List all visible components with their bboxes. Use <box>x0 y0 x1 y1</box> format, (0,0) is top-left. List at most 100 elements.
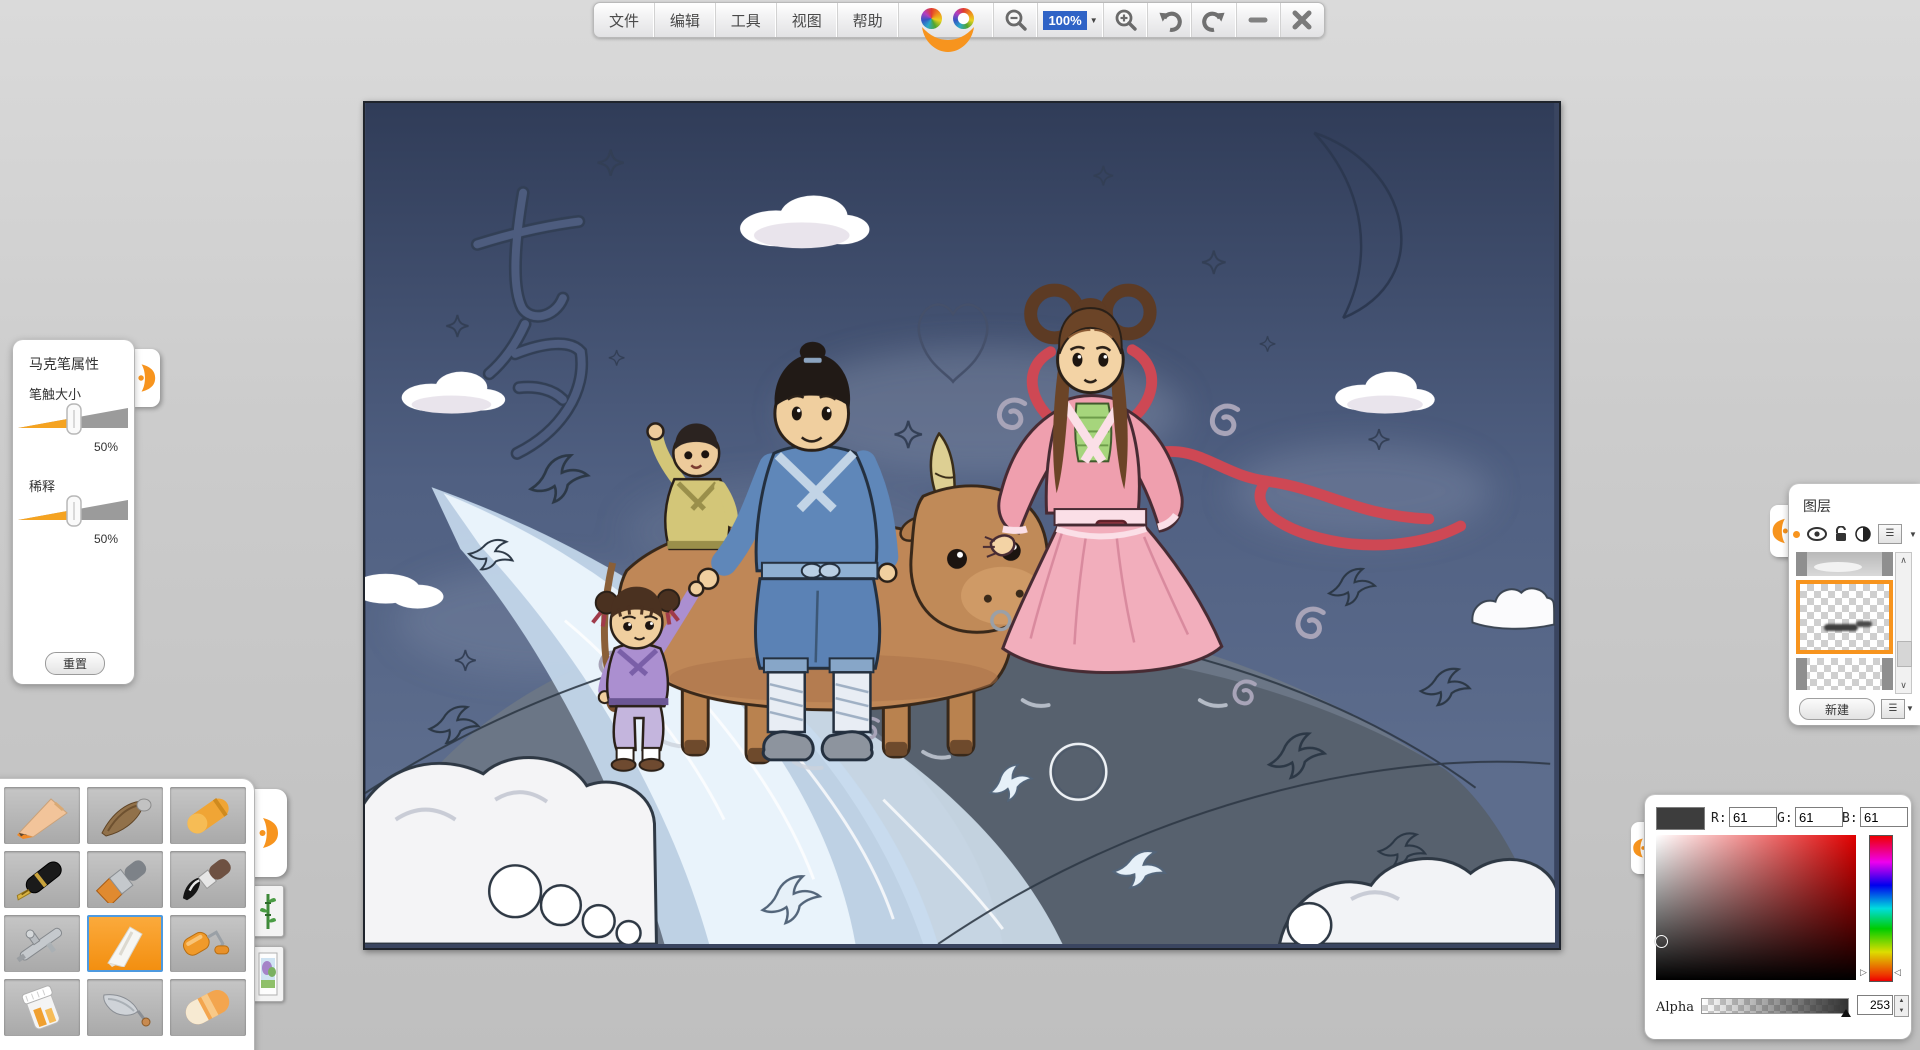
alpha-spinner[interactable]: ▲ ▼ <box>1894 995 1909 1017</box>
layer-row-selected[interactable] <box>1796 580 1893 654</box>
spinner-up-icon[interactable]: ▲ <box>1895 996 1908 1006</box>
bamboo-icon <box>259 894 276 929</box>
menu-edit-label: 编辑 <box>669 12 700 30</box>
undo-button[interactable] <box>1148 3 1193 37</box>
scroll-down-icon[interactable]: ∨ <box>1896 678 1911 693</box>
marker-panel-title: 马克笔属性 <box>29 356 99 372</box>
zoom-level-value: 100% <box>1043 10 1087 30</box>
hue-slider[interactable] <box>1869 835 1893 982</box>
alpha-slider[interactable] <box>1701 998 1849 1014</box>
panel-handle-icon <box>137 364 155 392</box>
dilution-label: 稀释 <box>29 479 56 494</box>
blue-input[interactable] <box>1860 807 1908 827</box>
reset-button[interactable]: 重置 <box>45 652 105 675</box>
menu-tools[interactable]: 工具 <box>716 3 777 37</box>
flat-brush-icon <box>95 859 147 903</box>
minimize-icon <box>1248 17 1268 23</box>
zoom-level-control[interactable]: 100% ▼ <box>1038 3 1104 37</box>
scrollbar-thumb[interactable] <box>1897 641 1912 667</box>
dilution-value: 50% <box>93 532 118 546</box>
zoom-in-button[interactable] <box>1104 3 1149 37</box>
reset-button-label: 重置 <box>62 657 87 671</box>
menu-help-label: 帮助 <box>852 12 883 30</box>
smile-icon <box>921 27 974 52</box>
alpha-label: Alpha <box>1656 1000 1694 1015</box>
brush-size-label: 笔触大小 <box>29 387 82 402</box>
layer-controls: ☰ ▼ <box>1793 524 1917 544</box>
hue-marker-right-icon[interactable]: ◁ <box>1894 967 1901 978</box>
crayon-icon <box>187 797 229 833</box>
app-logo <box>899 3 994 52</box>
minimize-button[interactable] <box>1237 3 1281 37</box>
tool-flat-brush[interactable] <box>87 851 163 908</box>
tool-ink-brush[interactable] <box>170 851 246 908</box>
tool-palette-knife[interactable] <box>87 979 163 1036</box>
tool-marker-selected[interactable] <box>87 915 163 972</box>
tool-wood-pen[interactable] <box>87 787 163 844</box>
layer-visibility-eye-icon[interactable] <box>1807 527 1827 541</box>
zoom-out-icon <box>1005 9 1027 31</box>
menu-file[interactable]: 文件 <box>594 3 655 37</box>
layer-menu-button[interactable]: ☰ <box>1878 524 1902 544</box>
tool-crayon[interactable] <box>170 787 246 844</box>
menu-view[interactable]: 视图 <box>777 3 838 37</box>
layer-list-scrollbar[interactable]: ∧ ∨ <box>1895 552 1912 694</box>
close-button[interactable] <box>1281 3 1324 37</box>
green-input[interactable] <box>1795 807 1843 827</box>
red-input[interactable] <box>1729 807 1777 827</box>
marker-panel-handle[interactable] <box>133 349 160 407</box>
spinner-down-icon[interactable]: ▼ <box>1895 1006 1908 1016</box>
paint-jar-icon <box>21 984 60 1029</box>
layers-panel-title: 图层 <box>1803 498 1831 514</box>
menu-edit[interactable]: 编辑 <box>655 3 716 37</box>
menu-help[interactable]: 帮助 <box>838 3 899 37</box>
tool-airbrush[interactable] <box>4 915 80 972</box>
red-label: R: <box>1711 811 1727 826</box>
stamp-picture-button[interactable] <box>251 946 284 1002</box>
layer-menu-caret-icon[interactable]: ▼ <box>1909 530 1917 539</box>
tool-paint-jar[interactable] <box>4 979 80 1036</box>
tool-palette-panel <box>0 779 254 1050</box>
zoom-out-button[interactable] <box>994 3 1039 37</box>
drawing-canvas[interactable]: 七 夕 <box>335 101 1561 950</box>
green-label: G: <box>1777 811 1793 826</box>
redo-icon <box>1202 11 1225 32</box>
blue-label: B: <box>1842 811 1858 826</box>
layer-row-bottom[interactable] <box>1796 658 1893 690</box>
alpha-marker-icon[interactable] <box>1841 1009 1851 1017</box>
menu-file-label: 文件 <box>608 12 639 30</box>
zoom-dropdown-caret-icon[interactable]: ▼ <box>1090 16 1098 25</box>
layer-options-caret-icon[interactable]: ▼ <box>1906 704 1914 713</box>
tool-fountain-pen[interactable] <box>4 851 80 908</box>
app-logo-icon <box>920 8 942 29</box>
marker-properties-panel: 马克笔属性 笔触大小 50% 稀释 50% 重置 <box>13 340 134 684</box>
ink-brush-icon <box>182 858 231 900</box>
stamp-bamboo-button[interactable] <box>251 885 284 937</box>
brush-size-slider[interactable] <box>18 402 130 436</box>
layers-panel: 图层 ☰ ▼ ∧ ∨ 新建 ☰ ▼ <box>1789 484 1920 725</box>
saturation-value-field[interactable] <box>1655 835 1856 980</box>
tool-paint-roller[interactable] <box>170 915 246 972</box>
layer-row-top[interactable] <box>1796 552 1893 576</box>
layer-options-button[interactable]: ☰ <box>1881 699 1905 719</box>
hue-marker-left-icon[interactable]: ▷ <box>1860 967 1867 978</box>
tool-palette-handle[interactable] <box>251 789 287 877</box>
tool-pencil[interactable] <box>4 787 80 844</box>
dilution-slider[interactable] <box>18 494 130 528</box>
handle-dot-icon <box>1793 530 1800 538</box>
new-layer-button[interactable]: 新建 <box>1799 698 1875 720</box>
application-window: 七 夕 <box>0 0 1920 1050</box>
alpha-input[interactable] <box>1857 995 1893 1015</box>
main-toolbar: 文件 编辑 工具 视图 帮助 100% ▼ <box>593 2 1325 52</box>
layer-opacity-icon[interactable] <box>1855 526 1871 542</box>
redo-button[interactable] <box>1192 3 1237 37</box>
sv-cursor-icon[interactable] <box>1655 935 1668 948</box>
tool-eraser[interactable] <box>170 979 246 1036</box>
tool-grid <box>4 787 254 1036</box>
scroll-up-icon[interactable]: ∧ <box>1896 553 1911 568</box>
layer-lock-icon[interactable] <box>1834 526 1848 542</box>
layers-panel-handle[interactable] <box>1770 505 1790 557</box>
bottom-left-clouds <box>354 756 658 947</box>
picture-stamp-icon <box>258 952 277 996</box>
wood-pen-icon <box>101 798 152 837</box>
